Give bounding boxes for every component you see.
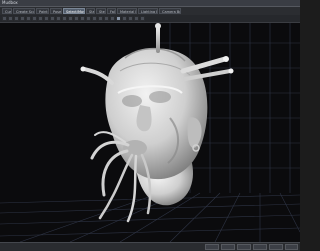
tab-curves[interactable]: Curves: [2, 8, 12, 14]
title-bar: Mudbox: [0, 0, 300, 7]
translate-tool-icon[interactable]: [122, 16, 127, 21]
rotate-tool-icon[interactable]: [128, 16, 133, 21]
foamy-tool-icon[interactable]: [32, 16, 37, 21]
tab-paint-tools[interactable]: Paint Tools: [36, 8, 49, 14]
tab-pose-tools[interactable]: Pose Tools: [50, 8, 62, 14]
freeze-tool-icon[interactable]: [98, 16, 103, 21]
erase-tool-icon[interactable]: [110, 16, 115, 21]
camera-top-button[interactable]: [221, 244, 235, 250]
pinch-tool-icon[interactable]: [20, 16, 25, 21]
spray-tool-icon[interactable]: [38, 16, 43, 21]
tray-tab-bar: Curves Create Sculpt Tools Paint Tools P…: [0, 7, 300, 15]
camera-front-button[interactable]: [237, 244, 251, 250]
3d-viewport[interactable]: [0, 23, 300, 242]
fill-tool-icon[interactable]: [68, 16, 73, 21]
tab-material-presets[interactable]: Material Presets: [117, 8, 137, 14]
smooth-tool-icon[interactable]: [8, 16, 13, 21]
tab-stencil[interactable]: Stencil: [96, 8, 106, 14]
tab-camera-bookmarks[interactable]: Camera Bookmarks: [159, 8, 181, 14]
amplify-tool-icon[interactable]: [92, 16, 97, 21]
flatten-tool-icon[interactable]: [26, 16, 31, 21]
bulge-tool-icon[interactable]: [86, 16, 91, 21]
tab-create-sculpt-tools[interactable]: Create Sculpt Tools: [13, 8, 35, 14]
grid-toggle-button[interactable]: [269, 244, 283, 250]
sculpt-model[interactable]: [80, 23, 234, 223]
camera-side-button[interactable]: [253, 244, 267, 250]
imprint-tool-icon[interactable]: [50, 16, 55, 21]
tab-stamp[interactable]: Stamp: [86, 8, 95, 14]
wax-tool-icon[interactable]: [56, 16, 61, 21]
tab-lighting-presets[interactable]: Lighting Presets: [138, 8, 158, 14]
knife-tool-icon[interactable]: [74, 16, 79, 21]
scale-tool-icon[interactable]: [134, 16, 139, 21]
window-title: Mudbox: [2, 0, 18, 5]
viewport-canvas[interactable]: [0, 23, 300, 242]
view-options-button[interactable]: [285, 244, 298, 250]
repeat-tool-icon[interactable]: [44, 16, 49, 21]
mask-tool-icon[interactable]: [104, 16, 109, 21]
pivot-tool-icon[interactable]: [140, 16, 145, 21]
tool-tray: [0, 15, 300, 23]
grab-tool-icon[interactable]: [14, 16, 19, 21]
camera-persp-button[interactable]: [205, 244, 219, 250]
smear-tool-icon[interactable]: [80, 16, 85, 21]
tab-falloff[interactable]: Falloff: [107, 8, 116, 14]
sculpt-tool-icon[interactable]: [2, 16, 7, 21]
move-tool-icon[interactable]: [116, 16, 121, 21]
tab-select-move-tools[interactable]: Select/Move Tools: [63, 8, 85, 14]
scrape-tool-icon[interactable]: [62, 16, 67, 21]
